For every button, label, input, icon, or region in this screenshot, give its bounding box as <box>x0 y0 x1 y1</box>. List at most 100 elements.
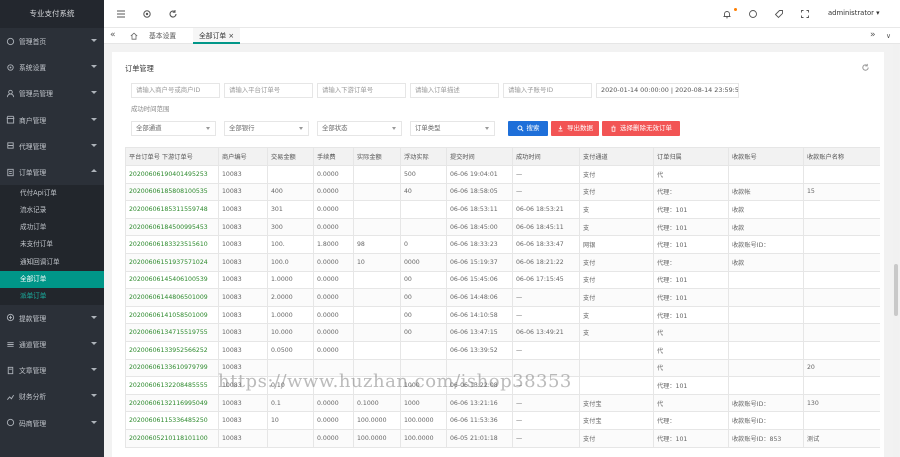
refresh-icon[interactable] <box>168 9 178 19</box>
column-header-4[interactable]: 实际金额 <box>353 147 401 166</box>
sidebar-group-bottom-2[interactable]: 文章管理 <box>0 357 104 383</box>
table-row[interactable]: 20200606145406100539 10083 1.0000 0.0000 00 0… <box>125 270 880 290</box>
column-header-6[interactable]: 提交时间 <box>446 147 513 166</box>
page-scrollbar[interactable] <box>893 44 899 457</box>
table-row[interactable]: 20200605210118101100 10083 0.0000 100.0000 1… <box>125 428 880 448</box>
sidebar-sub-item-0[interactable]: 代付Api订单 <box>0 185 104 203</box>
order-number-cell[interactable]: 20200606115336485250 <box>125 411 219 430</box>
date-range-input[interactable]: 2020-01-14 00:00:00 | 2020-08-14 23:59:5… <box>596 83 739 98</box>
table-row[interactable]: 20200606132208485555 10083 0.10 1000 06-06 1… <box>125 376 880 395</box>
sidebar-group-bottom-1[interactable]: 通道管理 <box>0 331 104 357</box>
delete-invalid-orders-button[interactable]: 选择删除无效订单 <box>602 121 680 136</box>
column-header-2[interactable]: 交易金额 <box>267 147 314 166</box>
table-row[interactable]: 20200606185311559748 10083 301 0.0000 06-06 … <box>125 200 880 219</box>
gear-icon[interactable] <box>142 9 152 19</box>
sidebar-group-bottom-0[interactable]: 提款管理 <box>0 305 104 331</box>
tabs-next-button[interactable]: » <box>870 28 876 44</box>
sidebar-sub-item-1[interactable]: 流水记录 <box>0 202 104 220</box>
downstream-order-input[interactable]: 请输入下游订单号 <box>317 83 406 98</box>
sidebar-sub-item-5[interactable]: 全部订单 <box>0 270 104 288</box>
tabs-prev-button[interactable]: « <box>110 28 116 44</box>
order-number-cell[interactable]: 20200606132208485555 <box>125 376 219 395</box>
table-cell <box>803 376 880 395</box>
column-header-7[interactable]: 成功时间 <box>512 147 580 166</box>
order-number-cell[interactable]: 20200606190401495253 <box>125 165 219 184</box>
sidebar-group-top-2[interactable]: 管理员管理 <box>0 80 104 106</box>
bell-icon[interactable] <box>722 9 732 19</box>
table-cell: 代理：101 <box>653 270 729 290</box>
fullscreen-icon[interactable] <box>800 9 810 19</box>
column-header-5[interactable]: 浮动实际 <box>400 147 447 166</box>
sidebar-group-top-5[interactable]: 订单管理 <box>0 159 104 185</box>
order-number-cell[interactable]: 20200606184500995453 <box>125 217 219 237</box>
tabs-menu-button[interactable]: ∨ <box>886 28 891 44</box>
sidebar-group-top-0[interactable]: 管理首页 <box>0 28 104 54</box>
order-number-cell[interactable]: 20200606134715519755 <box>125 323 219 342</box>
menu-icon[interactable] <box>116 9 126 19</box>
table-row[interactable]: 20200606134715519755 10083 10.000 0.0000 00 0… <box>125 323 880 342</box>
order-number-cell[interactable]: 20200606133610979799 <box>125 358 219 378</box>
order-number-cell[interactable]: 20200606144806501009 <box>125 288 219 307</box>
sidebar-group-label: 提款管理 <box>19 314 47 323</box>
sub-account-input[interactable]: 请输入子账号ID <box>503 83 592 98</box>
tab-basic-settings[interactable]: 基本设置 <box>149 28 176 44</box>
table-row[interactable]: 20200606190401495253 10083 0.0000 500 06-06 … <box>125 165 880 184</box>
status-select[interactable]: 全部状态 <box>317 121 402 136</box>
order-number-cell[interactable]: 20200606151937571024 <box>125 252 219 272</box>
column-header-8[interactable]: 支付通道 <box>579 147 654 166</box>
table-row[interactable]: 20200606151937571024 10083 100.0 0.0000 10 00… <box>125 252 880 272</box>
column-header-10[interactable]: 收款账号 <box>728 147 804 166</box>
sidebar-group-top-4[interactable]: 代理管理 <box>0 133 104 159</box>
table-row[interactable]: 20200606133952566252 10083 0.0500 0.0000 06-… <box>125 340 880 360</box>
sidebar-sub-item-4[interactable]: 通知回调订单 <box>0 253 104 271</box>
sidebar-sub-item-3[interactable]: 未支付订单 <box>0 236 104 254</box>
order-number-cell[interactable]: 20200605210118101100 <box>125 428 219 448</box>
column-header-9[interactable]: 订单归属 <box>653 147 729 166</box>
tab-all-orders[interactable]: 全部订单 × <box>193 28 241 44</box>
theme-icon[interactable] <box>748 9 758 19</box>
order-number-cell[interactable]: 20200606141058501009 <box>125 305 219 325</box>
table-row[interactable]: 20200606115336485250 10083 10 0.0000 100.000… <box>125 411 880 430</box>
column-header-0[interactable]: 平台订单号 下游订单号 <box>125 147 219 166</box>
order-description-input[interactable]: 请输入订单描述 <box>410 83 499 98</box>
sidebar-sub-item-2[interactable]: 成功订单 <box>0 219 104 237</box>
sidebar-sub-item-6[interactable]: 派单订单 <box>0 287 104 305</box>
order-number-cell[interactable]: 20200606183323515610 <box>125 235 219 254</box>
export-button[interactable]: 导出数据 <box>551 121 599 136</box>
sidebar-group-top-1[interactable]: 系统设置 <box>0 54 104 80</box>
order-number-cell[interactable]: 20200606185808100535 <box>125 182 219 202</box>
channel-select[interactable]: 全部通道 <box>131 121 216 136</box>
order-number-cell[interactable]: 20200606133952566252 <box>125 340 219 360</box>
order-number-cell[interactable]: 20200606132116995049 <box>125 393 219 413</box>
scrollbar-thumb[interactable] <box>894 264 898 316</box>
platform-order-input[interactable]: 请输入平台订单号 <box>224 83 313 98</box>
merchant-id-input[interactable]: 请输入商户号或商户ID <box>131 83 220 98</box>
table-row[interactable]: 20200606183323515610 10083 100. 1.8000 98 0 06… <box>125 235 880 254</box>
table-row[interactable]: 20200606132116995049 10083 0.1 0.0000 0.1000… <box>125 393 880 413</box>
table-cell <box>353 182 401 202</box>
notification-dot <box>734 8 737 11</box>
order-number-cell[interactable]: 20200606145406100539 <box>125 270 219 290</box>
user-menu[interactable]: administrator ▾ <box>828 9 880 17</box>
table-row[interactable]: 20200606133610979799 10083 代 20 <box>125 358 880 378</box>
bank-select[interactable]: 全部银行 <box>224 121 309 136</box>
table-row[interactable]: 20200606184500995453 10083 300 0.0000 06-06 … <box>125 217 880 237</box>
table-row[interactable]: 20200606185808100535 10083 400 0.0000 40 06-0… <box>125 182 880 202</box>
order-number-cell[interactable]: 20200606185311559748 <box>125 200 219 219</box>
table-cell <box>728 358 804 378</box>
sidebar-group-bottom-3[interactable]: 财务分析 <box>0 383 104 409</box>
tag-icon[interactable] <box>774 9 784 19</box>
column-header-3[interactable]: 手续费 <box>313 147 354 166</box>
top-bar: administrator ▾ <box>104 0 900 28</box>
search-button[interactable]: 搜索 <box>508 121 548 136</box>
table-row[interactable]: 20200606144806501009 10083 2.0000 0.0000 00 0… <box>125 288 880 307</box>
sidebar-group-top-3[interactable]: 商户管理 <box>0 107 104 133</box>
column-header-1[interactable]: 商户编号 <box>218 147 268 166</box>
home-icon[interactable] <box>130 32 138 40</box>
column-header-11[interactable]: 收款账户名称 <box>803 147 880 166</box>
table-row[interactable]: 20200606141058501009 10083 1.0000 0.0000 00 0… <box>125 305 880 325</box>
sidebar-group-bottom-4[interactable]: 码商管理 <box>0 410 104 436</box>
table-cell: 收款账号ID：853 <box>728 428 804 448</box>
order-type-select[interactable]: 订单类型 <box>410 121 495 136</box>
panel-refresh-icon[interactable] <box>861 63 870 72</box>
